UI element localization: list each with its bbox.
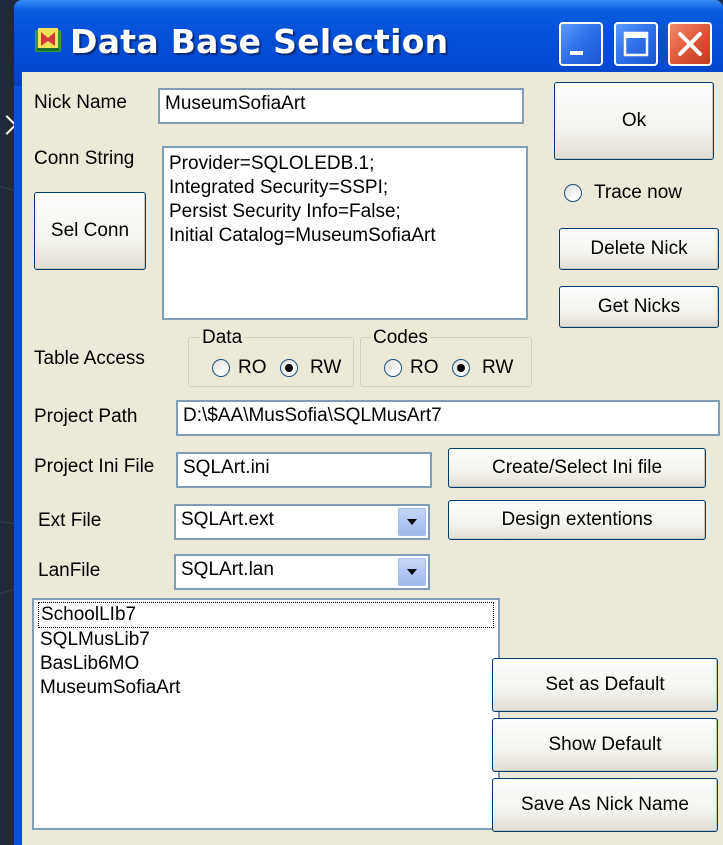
project-ini-label: Project Ini File <box>34 456 155 477</box>
ext-file-value: SQLArt.ext <box>181 509 274 530</box>
list-item[interactable]: SQLMusLib7 <box>38 628 494 652</box>
data-group-title: Data <box>200 327 245 348</box>
nick-name-label: Nick Name <box>34 92 127 113</box>
conn-string-textarea[interactable]: Provider=SQLOLEDB.1; Integrated Security… <box>162 146 528 320</box>
codes-rw-radio[interactable] <box>452 359 470 377</box>
minimize-icon <box>570 51 583 55</box>
data-base-selection-window: Data Base Selection Nick Name MuseumSofi… <box>14 0 723 845</box>
ext-file-label: Ext File <box>38 510 102 531</box>
project-ini-input[interactable]: SQLArt.ini <box>176 452 432 488</box>
conn-string-line: Integrated Security=SSPI; <box>169 177 389 198</box>
lan-file-value: SQLArt.lan <box>181 559 274 580</box>
ok-button[interactable]: Ok <box>554 82 714 160</box>
data-ro-radio[interactable] <box>212 359 230 377</box>
chevron-down-icon <box>407 519 417 525</box>
chevron-down-icon <box>407 569 417 575</box>
data-ro-label: RO <box>238 357 267 378</box>
maximize-icon <box>623 31 649 57</box>
create-select-ini-button[interactable]: Create/Select Ini file <box>448 448 706 488</box>
sel-conn-button[interactable]: Sel Conn <box>34 192 146 270</box>
conn-string-label: Conn String <box>34 148 135 169</box>
trace-now-radio[interactable] <box>564 184 582 202</box>
conn-string-line: Persist Security Info=False; <box>169 201 401 222</box>
set-as-default-button[interactable]: Set as Default <box>492 658 718 712</box>
codes-group-title: Codes <box>371 327 430 348</box>
conn-string-line: Initial Catalog=MuseumSofiaArt <box>169 225 436 246</box>
data-rw-radio[interactable] <box>280 359 298 377</box>
table-access-label: Table Access <box>34 348 145 369</box>
codes-ro-label: RO <box>410 357 439 378</box>
dialog-body: Nick Name MuseumSofiaArt Ok Conn String … <box>22 72 723 845</box>
show-default-button[interactable]: Show Default <box>492 718 718 772</box>
list-item[interactable]: MuseumSofiaArt <box>38 676 494 700</box>
codes-rw-label: RW <box>482 357 514 378</box>
lan-file-dropdown-button[interactable] <box>398 558 426 586</box>
close-button[interactable] <box>668 22 712 66</box>
ext-file-select[interactable]: SQLArt.ext <box>174 504 430 540</box>
list-item[interactable]: SchoolLIb7 <box>38 602 494 628</box>
trace-now-label: Trace now <box>594 182 682 203</box>
delete-nick-button[interactable]: Delete Nick <box>559 228 719 270</box>
window-title: Data Base Selection <box>70 22 449 61</box>
nick-list[interactable]: SchoolLIb7 SQLMusLib7 BasLib6MO MuseumSo… <box>32 598 500 830</box>
list-item[interactable]: BasLib6MO <box>38 652 494 676</box>
design-extentions-button[interactable]: Design extentions <box>448 500 706 540</box>
conn-string-line: Provider=SQLOLEDB.1; <box>169 153 375 174</box>
ext-file-dropdown-button[interactable] <box>398 508 426 536</box>
book-icon <box>35 28 61 52</box>
data-rw-label: RW <box>310 357 342 378</box>
minimize-button[interactable] <box>559 22 603 66</box>
project-path-input[interactable]: D:\$AA\MusSofia\SQLMusArt7 <box>176 400 720 436</box>
maximize-button[interactable] <box>614 22 658 66</box>
nick-name-input[interactable]: MuseumSofiaArt <box>158 88 524 124</box>
get-nicks-button[interactable]: Get Nicks <box>559 286 719 328</box>
save-as-nick-name-button[interactable]: Save As Nick Name <box>492 778 718 832</box>
codes-ro-radio[interactable] <box>384 359 402 377</box>
project-path-label: Project Path <box>34 406 138 427</box>
close-icon <box>678 32 702 56</box>
lan-file-select[interactable]: SQLArt.lan <box>174 554 430 590</box>
lan-file-label: LanFile <box>38 560 101 581</box>
